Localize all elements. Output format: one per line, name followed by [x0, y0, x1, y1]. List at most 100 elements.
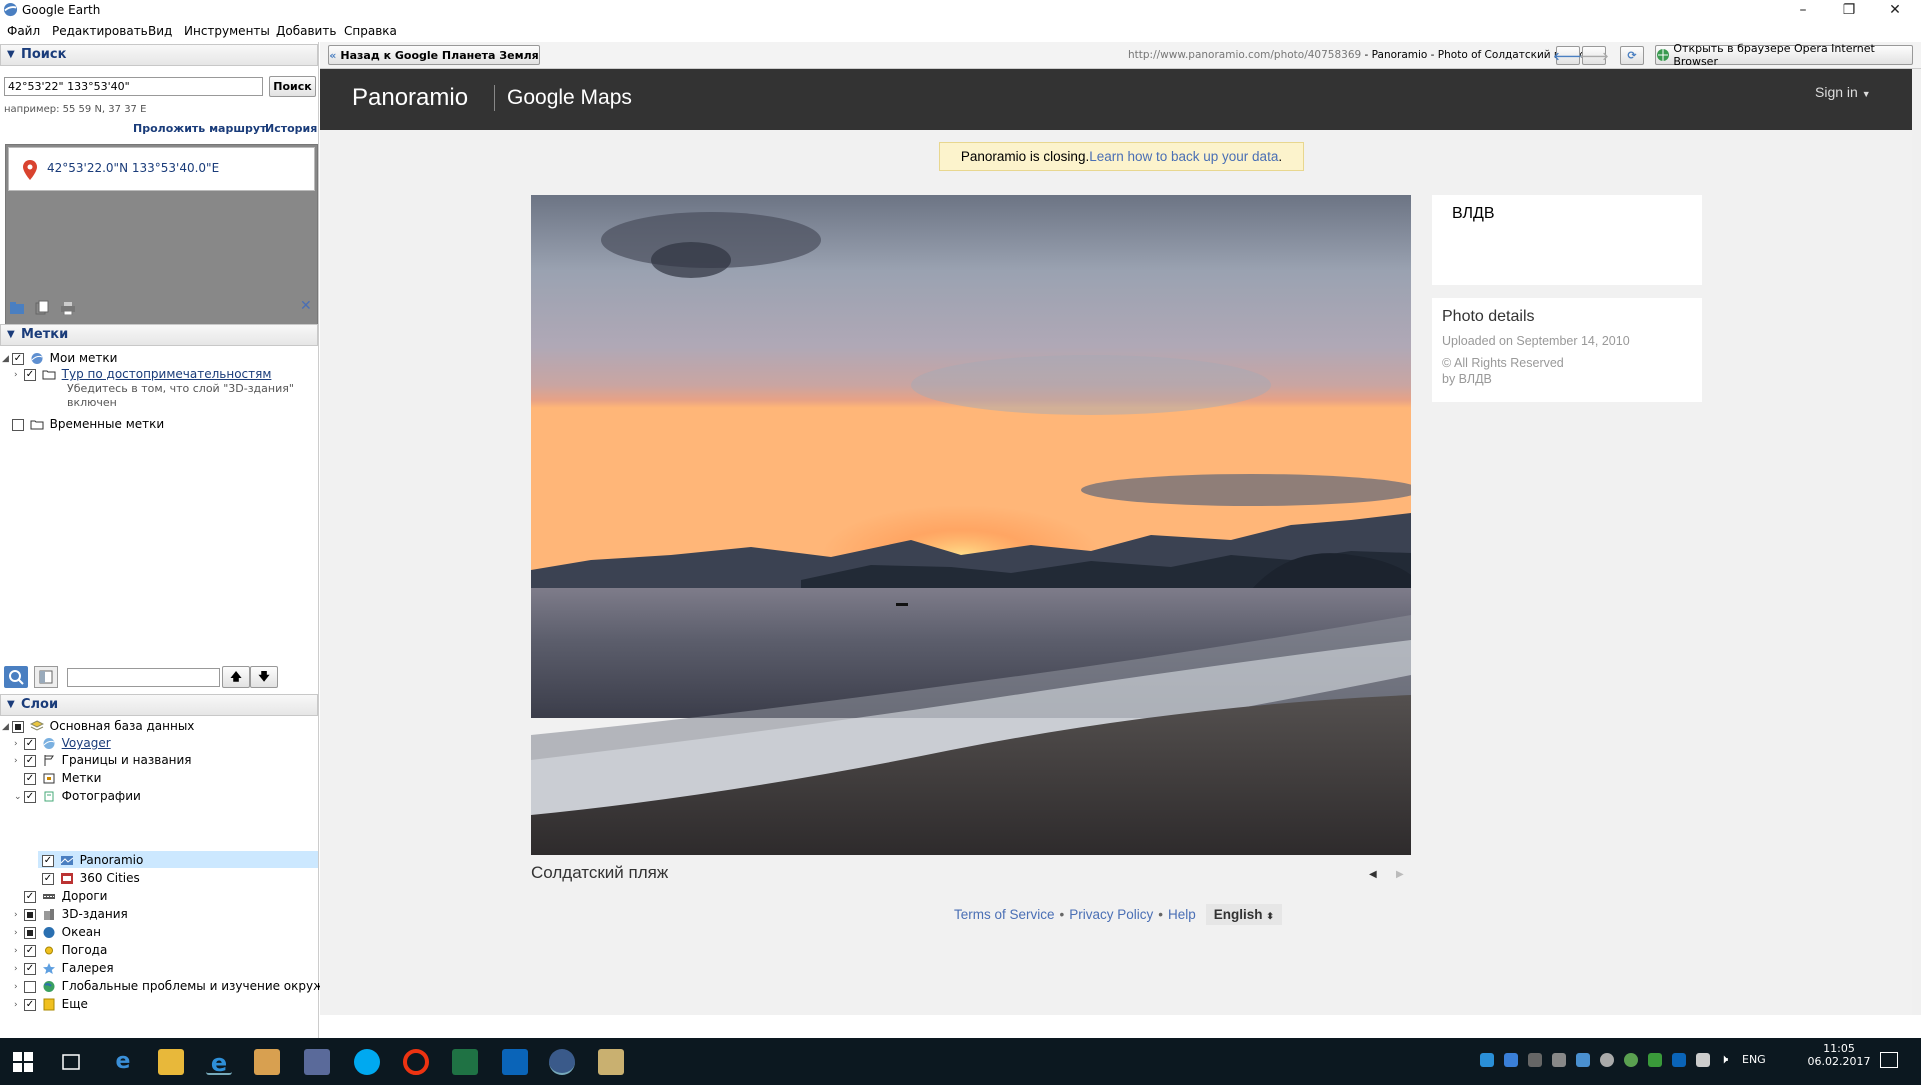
places-section-header[interactable]: ▼ Метки: [0, 324, 318, 346]
windows-start-icon[interactable]: [13, 1052, 33, 1072]
expand-arrow-icon[interactable]: ›: [14, 756, 24, 766]
layer-borders-labels[interactable]: › ✓ Границы и названия: [14, 753, 192, 767]
checkbox[interactable]: ✓: [24, 737, 36, 750]
expand-arrow-icon[interactable]: ◢: [2, 354, 12, 364]
layer-roads[interactable]: ✓ Дороги: [24, 889, 107, 903]
checkbox[interactable]: [24, 926, 36, 939]
file-explorer-icon[interactable]: [158, 1049, 184, 1075]
opera-icon[interactable]: [403, 1049, 429, 1075]
layer-photos[interactable]: ⌄ ✓ Фотографии: [14, 789, 141, 803]
menu-view[interactable]: Вид: [148, 24, 172, 38]
layer-3d-buildings[interactable]: › 3D-здания: [14, 907, 128, 921]
nav-forward-arrow-icon[interactable]: 🡒: [1579, 46, 1609, 65]
menu-file[interactable]: Файл: [7, 24, 40, 38]
tray-app-icon-2[interactable]: [1528, 1053, 1542, 1067]
menu-tools[interactable]: Инструменты: [184, 24, 270, 38]
expand-arrow-icon[interactable]: ›: [14, 982, 24, 992]
layers-section-header[interactable]: ▼ Слои: [0, 694, 318, 716]
checkbox[interactable]: ✓: [12, 352, 24, 365]
back-to-earth-button[interactable]: « Назад к Google Планета Земля: [328, 45, 540, 65]
media-player-icon[interactable]: [254, 1049, 280, 1075]
checkbox[interactable]: ✓: [24, 772, 36, 785]
skype-icon[interactable]: [354, 1049, 380, 1075]
nav-back-arrow-icon[interactable]: 🡐: [1553, 46, 1583, 65]
language-select[interactable]: English ⬍: [1205, 904, 1282, 925]
layer-places[interactable]: ✓ Метки: [24, 771, 101, 785]
panel-toggle-icon[interactable]: [34, 666, 58, 688]
next-photo-icon[interactable]: ▶: [1396, 869, 1404, 880]
refresh-icon[interactable]: ⟳: [1620, 46, 1644, 65]
google-earth-taskbar-icon[interactable]: [549, 1049, 575, 1075]
tray-app-icon-5[interactable]: [1624, 1053, 1638, 1067]
layer-ocean[interactable]: › Океан: [14, 925, 101, 939]
task-view-icon[interactable]: [60, 1052, 82, 1072]
down-arrow-button[interactable]: 🡇: [250, 666, 278, 688]
remote-app-icon[interactable]: [304, 1049, 330, 1075]
checkbox[interactable]: [24, 980, 36, 993]
checkbox[interactable]: ✓: [24, 890, 36, 903]
checkbox[interactable]: ✓: [42, 872, 54, 885]
terms-link[interactable]: Terms of Service: [954, 907, 1055, 922]
tray-app-icon-4[interactable]: [1600, 1053, 1614, 1067]
layer-voyager[interactable]: › ✓ Voyager: [14, 736, 111, 750]
menu-add[interactable]: Добавить: [276, 24, 336, 38]
paint-icon[interactable]: [598, 1049, 624, 1075]
expand-arrow-icon[interactable]: ⌄: [14, 792, 24, 802]
search-section-header[interactable]: ▼ Поиск: [0, 44, 318, 66]
checkbox[interactable]: [12, 720, 24, 733]
places-item-my-places[interactable]: ◢ ✓ Мои метки: [2, 351, 117, 365]
expand-arrow-icon[interactable]: ›: [14, 739, 24, 749]
search-layers-icon[interactable]: [4, 666, 28, 688]
checkbox[interactable]: ✓: [24, 754, 36, 767]
panoramio-logo[interactable]: Panoramio: [352, 84, 468, 112]
checkbox[interactable]: ✓: [42, 854, 54, 867]
layer-panoramio[interactable]: ✓ Panoramio: [42, 853, 143, 867]
network-icon[interactable]: [1696, 1053, 1710, 1067]
notifications-icon[interactable]: [1880, 1052, 1898, 1068]
expand-arrow-icon[interactable]: ◢: [2, 722, 12, 732]
expand-arrow-icon[interactable]: ›: [14, 1000, 24, 1010]
copy-icon[interactable]: [35, 300, 49, 316]
menu-help[interactable]: Справка: [344, 24, 397, 38]
internet-explorer-icon[interactable]: e: [206, 1049, 232, 1077]
search-result-item[interactable]: 42°53'22.0"N 133°53'40.0"E: [8, 147, 315, 191]
layer-weather[interactable]: › ✓ Погода: [14, 943, 107, 957]
history-link[interactable]: История: [265, 122, 317, 135]
outlook-tray-icon[interactable]: [1672, 1053, 1686, 1067]
layer-global-awareness[interactable]: › Глобальные проблемы и изучение окружа.…: [14, 979, 343, 993]
expand-arrow-icon[interactable]: ›: [14, 910, 24, 920]
checkbox[interactable]: [24, 908, 36, 921]
checkbox[interactable]: ✓: [24, 962, 36, 975]
places-item-tour[interactable]: › ✓ Тур по достопримечательностям: [14, 367, 271, 381]
checkbox[interactable]: ✓: [24, 944, 36, 957]
edge-icon[interactable]: e: [110, 1049, 136, 1075]
layer-gallery[interactable]: › ✓ Галерея: [14, 961, 114, 975]
tray-app-icon-6[interactable]: [1648, 1053, 1662, 1067]
help-link[interactable]: Help: [1168, 907, 1196, 922]
backup-link[interactable]: Learn how to back up your data: [1089, 149, 1278, 164]
close-panel-icon[interactable]: ✕: [300, 298, 312, 314]
search-button[interactable]: Поиск: [269, 76, 316, 97]
outlook-icon[interactable]: [502, 1049, 528, 1075]
sign-in-link[interactable]: Sign in ▼: [1815, 84, 1871, 100]
checkbox[interactable]: ✓: [24, 790, 36, 803]
bluetooth-icon[interactable]: [1504, 1053, 1518, 1067]
tray-app-icon-3[interactable]: [1552, 1053, 1566, 1067]
checkbox[interactable]: ✓: [24, 998, 36, 1011]
clock[interactable]: 11:05 06.02.2017: [1806, 1042, 1872, 1068]
volume-icon[interactable]: 🕨: [1720, 1052, 1728, 1067]
places-item-temporary[interactable]: Временные метки: [12, 417, 164, 431]
checkbox[interactable]: [12, 418, 24, 431]
checkbox[interactable]: ✓: [24, 368, 36, 381]
minimize-button[interactable]: –: [1780, 0, 1826, 20]
close-button[interactable]: ✕: [1872, 0, 1918, 20]
restore-button[interactable]: ❐: [1826, 0, 1872, 20]
layer-primary-database[interactable]: ◢ Основная база данных: [2, 719, 194, 733]
sunset-beach-photo[interactable]: [531, 195, 1411, 855]
add-folder-icon[interactable]: [9, 301, 25, 315]
scrollbar[interactable]: [1912, 69, 1921, 1015]
onedrive-icon[interactable]: [1576, 1053, 1590, 1067]
layer-more[interactable]: › ✓ Еще: [14, 997, 88, 1011]
open-in-browser-button[interactable]: Открыть в браузере Opera Internet Browse…: [1655, 42, 1913, 68]
language-indicator[interactable]: ENG: [1742, 1053, 1766, 1066]
